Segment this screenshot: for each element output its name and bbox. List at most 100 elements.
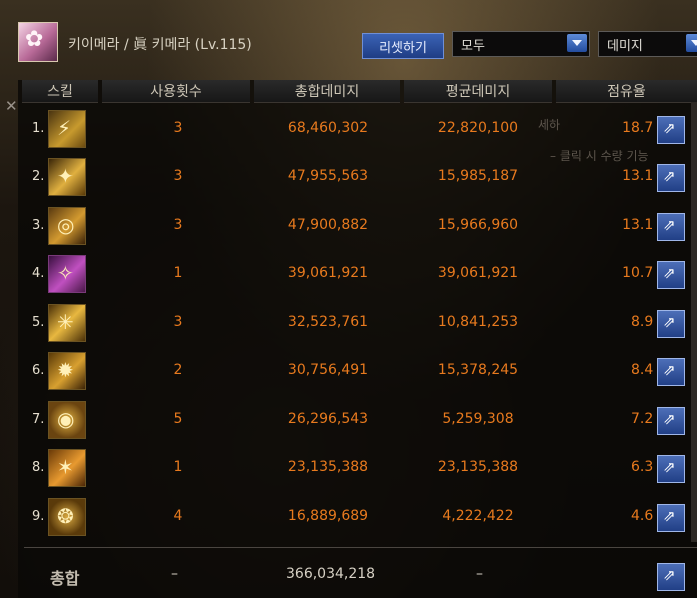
skill-glyph-icon: ⚡ (57, 116, 72, 140)
row-index: 9. (32, 509, 45, 524)
table-row[interactable]: 5. ✳ 3 32,523,761 10,841,253 8.9 % ⇗ (18, 302, 697, 350)
share-icon: ⇗ (663, 264, 676, 282)
share-button[interactable]: ⇗ (657, 310, 685, 338)
table-row[interactable]: 3. ◎ 3 47,900,882 15,966,960 13.1 % ⇗ (18, 205, 697, 253)
average-damage-cell: 4,222,422 (442, 508, 514, 524)
row-index: 4. (32, 266, 45, 281)
share-button[interactable]: ⇗ (657, 358, 685, 386)
uses-cell: 1 (173, 459, 183, 475)
share-button[interactable]: ⇗ (657, 261, 685, 289)
share-icon: ⇗ (663, 507, 676, 525)
skill-glyph-icon: ◎ (57, 213, 75, 237)
average-damage-cell: 15,966,960 (437, 217, 519, 233)
total-damage-cell: 47,955,563 (287, 168, 369, 184)
share-cell: 7.2 % (630, 411, 671, 427)
skill-icon: ◉ (48, 401, 86, 439)
total-damage-cell: 47,900,882 (287, 217, 369, 233)
skill-icon: ❂ (48, 498, 86, 536)
share-icon: ⇗ (663, 313, 676, 331)
total-damage-cell: 32,523,761 (287, 314, 369, 330)
share-button[interactable]: ⇗ (657, 504, 685, 532)
uses-cell: 3 (173, 120, 183, 136)
avatar-figure-icon: ✿ (25, 27, 44, 52)
share-icon: ⇗ (663, 216, 676, 234)
table-row[interactable]: 9. ❂ 4 16,889,689 4,222,422 4.6 % ⇗ (18, 496, 697, 544)
close-icon[interactable]: ✕ (5, 97, 18, 115)
share-cell: 4.6 % (630, 508, 671, 524)
uses-cell: 3 (173, 168, 183, 184)
uses-cell: 4 (173, 508, 183, 524)
dropdown-arrow-icon[interactable] (686, 34, 697, 52)
share-icon: ⇗ (663, 167, 676, 185)
skill-icon: ✶ (48, 449, 86, 487)
share-button[interactable]: ⇗ (657, 407, 685, 435)
share-icon: ⇗ (663, 410, 676, 428)
share-cell: 13.1 % (622, 168, 671, 184)
column-header-share[interactable]: 점유율 (556, 80, 697, 103)
table-row[interactable]: 8. ✶ 1 23,135,388 23,135,388 6.3 % ⇗ (18, 447, 697, 495)
table-row[interactable]: 6. ✹ 2 30,756,491 15,378,245 8.4 % ⇗ (18, 350, 697, 398)
column-header-uses[interactable]: 사용횟수 (102, 80, 250, 103)
filter-select[interactable]: 모두 (452, 31, 590, 57)
uses-cell: 3 (173, 314, 183, 330)
totals-label: 총합 (50, 569, 80, 588)
average-damage-cell: 15,378,245 (437, 362, 519, 378)
skill-icon: ✹ (48, 352, 86, 390)
character-avatar: ✿ (18, 22, 58, 62)
table-row[interactable]: 2. ✦ 3 47,955,563 15,985,187 13.1 % ⇗ (18, 156, 697, 204)
metric-select[interactable]: 데미지 (598, 31, 697, 57)
skill-icon: ◎ (48, 207, 86, 245)
uses-cell: 3 (173, 217, 183, 233)
total-damage-cell: 23,135,388 (287, 459, 369, 475)
skill-icon: ⚡ (48, 110, 86, 148)
table-row[interactable]: 1. ⚡ 3 68,460,302 22,820,100 18.7 % ⇗ (18, 108, 697, 156)
total-damage-cell: 16,889,689 (287, 508, 369, 524)
row-index: 8. (32, 460, 45, 475)
skill-glyph-icon: ✹ (57, 358, 74, 382)
share-cell: 10.7 % (622, 265, 671, 281)
share-cell: 18.7 % (622, 120, 671, 136)
filter-select-value: 모두 (461, 39, 485, 54)
column-header-total-damage[interactable]: 총합데미지 (254, 80, 400, 103)
row-index: 7. (32, 412, 45, 427)
average-damage-cell: 5,259,308 (442, 411, 514, 427)
share-button[interactable]: ⇗ (657, 213, 685, 241)
column-header-skill[interactable]: 스킬 (22, 80, 98, 103)
total-damage-cell: 39,061,921 (287, 265, 369, 281)
column-header-average-damage[interactable]: 평균데미지 (404, 80, 552, 103)
total-damage-cell: 30,756,491 (287, 362, 369, 378)
row-index: 6. (32, 363, 45, 378)
share-button[interactable]: ⇗ (657, 455, 685, 483)
dropdown-arrow-icon[interactable] (567, 34, 587, 52)
scrollbar[interactable] (691, 102, 697, 542)
table-row[interactable]: 4. ✧ 1 39,061,921 39,061,921 10.7 % ⇗ (18, 253, 697, 301)
skill-icon: ✧ (48, 255, 86, 293)
totals-damage: 366,034,218 (286, 566, 376, 582)
share-cell: 8.4 % (630, 362, 671, 378)
metric-select-value: 데미지 (607, 39, 643, 54)
character-name: 키이메라 / 眞 키메라 (Lv.115) (68, 37, 252, 53)
uses-cell: 1 (173, 265, 183, 281)
table-row[interactable]: 7. ◉ 5 26,296,543 5,259,308 7.2 % ⇗ (18, 399, 697, 447)
share-button[interactable]: ⇗ (657, 164, 685, 192)
skill-glyph-icon: ✧ (57, 261, 74, 285)
average-damage-cell: 15,985,187 (437, 168, 519, 184)
row-index: 3. (32, 218, 45, 233)
skill-icon: ✳ (48, 304, 86, 342)
skill-glyph-icon: ✦ (57, 164, 74, 188)
skill-glyph-icon: ◉ (57, 407, 75, 431)
totals-divider (24, 547, 697, 548)
average-damage-cell: 22,820,100 (437, 120, 519, 136)
uses-cell: 5 (173, 411, 183, 427)
skill-icon: ✦ (48, 158, 86, 196)
row-index: 5. (32, 315, 45, 330)
skill-glyph-icon: ❂ (57, 504, 74, 528)
average-damage-cell: 39,061,921 (437, 265, 519, 281)
share-icon: ⇗ (663, 458, 676, 476)
share-cell: 6.3 % (630, 459, 671, 475)
skill-glyph-icon: ✳ (57, 310, 74, 334)
average-damage-cell: 23,135,388 (437, 459, 519, 475)
reset-button[interactable]: 리셋하기 (362, 33, 444, 59)
share-button[interactable]: ⇗ (657, 116, 685, 144)
totals-share-button[interactable]: ⇗ (657, 563, 685, 591)
